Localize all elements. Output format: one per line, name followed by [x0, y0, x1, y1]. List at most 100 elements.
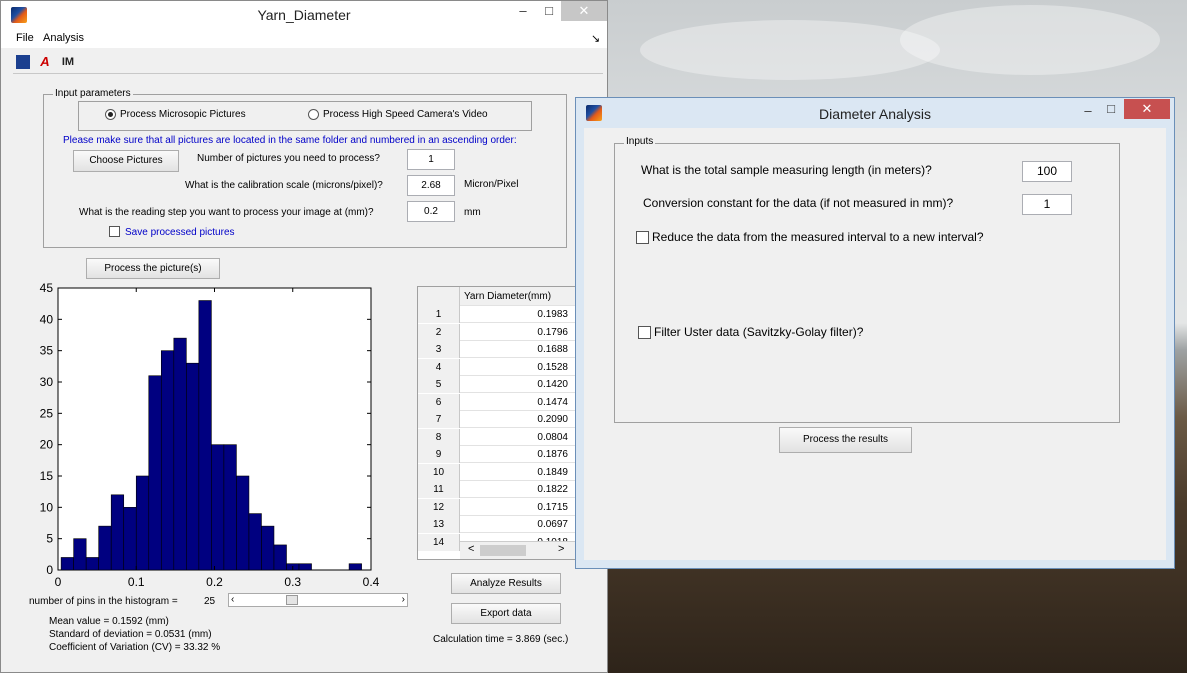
title-bar[interactable]: Yarn_Diameter – □ ✕	[1, 1, 607, 30]
row-number[interactable]: 3	[418, 341, 460, 358]
row-number[interactable]: 4	[418, 358, 460, 376]
table-row[interactable]: 5 0.1420	[418, 376, 576, 393]
reduce-label: Reduce the data from the measured interv…	[652, 230, 984, 244]
table-row[interactable]: 1 0.1983	[418, 306, 576, 323]
y-tick-label: 0	[46, 563, 53, 577]
minimize-button[interactable]: –	[513, 1, 533, 21]
analyze-results-button[interactable]: Analyze Results	[451, 573, 561, 594]
row-number[interactable]: 5	[418, 376, 460, 393]
conversion-input[interactable]: 1	[1022, 194, 1072, 215]
step-input[interactable]: 0.2	[407, 201, 455, 222]
length-input[interactable]: 100	[1022, 161, 1072, 182]
export-data-button[interactable]: Export data	[451, 603, 561, 624]
save-icon[interactable]	[16, 55, 30, 69]
table-row[interactable]: 13 0.0697	[418, 516, 576, 533]
scrollbar-thumb[interactable]	[480, 545, 526, 556]
diameter-cell[interactable]: 0.1715	[462, 499, 568, 516]
y-tick-label: 45	[40, 281, 54, 295]
maximize-button[interactable]: □	[1102, 99, 1120, 119]
process-pictures-button[interactable]: Process the picture(s)	[86, 258, 220, 279]
horizontal-scrollbar[interactable]: < >	[460, 541, 576, 559]
row-number[interactable]: 8	[418, 428, 460, 446]
table-row[interactable]: 9 0.1876	[418, 446, 576, 463]
num-pictures-input[interactable]: 1	[407, 149, 455, 170]
table-row[interactable]: 2 0.1796	[418, 323, 576, 341]
minimize-button[interactable]: –	[1078, 101, 1098, 121]
cv-value: Coefficient of Variation (CV) = 33.32 %	[49, 642, 221, 653]
num-pictures-label: Number of pictures you need to process?	[197, 153, 380, 164]
inputs-group	[614, 143, 1120, 423]
histogram-bar	[60, 557, 74, 571]
histogram-bar	[85, 557, 99, 571]
diameter-cell[interactable]: 0.1822	[462, 481, 568, 498]
maximize-button[interactable]: □	[539, 1, 559, 21]
diameter-cell[interactable]: 0.0804	[462, 429, 568, 446]
y-tick-label: 35	[40, 344, 54, 358]
diameter-cell[interactable]: 0.2090	[462, 411, 568, 428]
table-row[interactable]: 8 0.0804	[418, 428, 576, 446]
menu-file[interactable]: File	[16, 32, 34, 44]
diameter-cell[interactable]: 0.1983	[462, 306, 568, 323]
diameter-cell[interactable]: 0.1876	[462, 446, 568, 463]
diameter-cell[interactable]: 0.1474	[462, 394, 568, 411]
menu-arrow-icon[interactable]: ↘	[591, 32, 600, 45]
table-row[interactable]: 10 0.1849	[418, 463, 576, 481]
row-number[interactable]: 9	[418, 446, 460, 463]
text-tool-icon[interactable]: A	[37, 54, 53, 70]
slider-thumb[interactable]	[286, 595, 298, 605]
diameter-cell[interactable]: 0.1528	[462, 359, 568, 376]
row-number[interactable]: 2	[418, 323, 460, 341]
conversion-question: Conversion constant for the data (if not…	[643, 196, 954, 210]
close-button[interactable]: ✕	[561, 1, 607, 21]
histogram-bar	[123, 507, 137, 571]
radio-microscopic[interactable]	[105, 109, 116, 120]
close-button[interactable]: ✕	[1124, 99, 1170, 119]
scroll-left-icon[interactable]: <	[468, 543, 474, 555]
menu-analysis[interactable]: Analysis	[43, 32, 84, 44]
diameter-cell[interactable]: 0.1420	[462, 376, 568, 393]
slider-left-icon[interactable]: ‹	[231, 594, 234, 605]
step-unit: mm	[464, 207, 481, 218]
scroll-right-icon[interactable]: >	[558, 543, 564, 555]
row-number[interactable]: 7	[418, 411, 460, 428]
row-number[interactable]: 13	[418, 516, 460, 533]
table-row[interactable]: 6 0.1474	[418, 393, 576, 411]
row-number[interactable]: 11	[418, 481, 460, 498]
slider-right-icon[interactable]: ›	[402, 594, 405, 605]
histogram-bar	[298, 563, 312, 571]
im-icon[interactable]: IM	[59, 54, 77, 70]
calibration-label: What is the calibration scale (microns/p…	[185, 180, 383, 191]
x-tick-label: 0	[55, 575, 62, 589]
process-results-button[interactable]: Process the results	[779, 427, 912, 453]
radio-video[interactable]	[308, 109, 319, 120]
calibration-input[interactable]: 2.68	[407, 175, 455, 196]
filter-checkbox[interactable]	[638, 326, 651, 339]
table-row[interactable]: 3 0.1688	[418, 341, 576, 358]
folder-notice: Please make sure that all pictures are l…	[63, 135, 517, 146]
histogram-svg: 0 0.1 0.2 0.3 0.4 0 5 10 15 20 25 30 35 40 45	[40, 281, 380, 589]
diameter-cell[interactable]: 0.0697	[462, 516, 568, 533]
row-number[interactable]: 12	[418, 498, 460, 516]
row-number[interactable]: 1	[418, 306, 460, 323]
column-header[interactable]: Yarn Diameter(mm)	[464, 287, 570, 304]
diameter-analysis-window: Diameter Analysis – □ ✕ Inputs What is t…	[575, 97, 1175, 569]
row-number[interactable]: 14	[418, 533, 460, 551]
diameter-cell[interactable]: 0.1796	[462, 324, 568, 341]
histogram-bar	[73, 538, 87, 571]
row-number[interactable]: 10	[418, 463, 460, 481]
reduce-checkbox[interactable]	[636, 231, 649, 244]
save-processed-checkbox[interactable]	[109, 226, 120, 237]
table-row[interactable]: 4 0.1528	[418, 358, 576, 376]
pins-slider[interactable]: ‹ ›	[228, 593, 408, 607]
table-row[interactable]: 12 0.1715	[418, 498, 576, 516]
diameter-cell[interactable]: 0.1849	[462, 464, 568, 481]
row-number[interactable]: 6	[418, 393, 460, 411]
input-parameters-label: Input parameters	[53, 88, 133, 99]
histogram-bar	[348, 563, 362, 571]
table-row[interactable]: 11 0.1822	[418, 481, 576, 498]
choose-pictures-button[interactable]: Choose Pictures	[73, 150, 179, 172]
table-row[interactable]: 7 0.2090	[418, 411, 576, 428]
toolbar-divider	[13, 73, 603, 74]
histogram-bar	[160, 350, 175, 571]
diameter-cell[interactable]: 0.1688	[462, 341, 568, 358]
